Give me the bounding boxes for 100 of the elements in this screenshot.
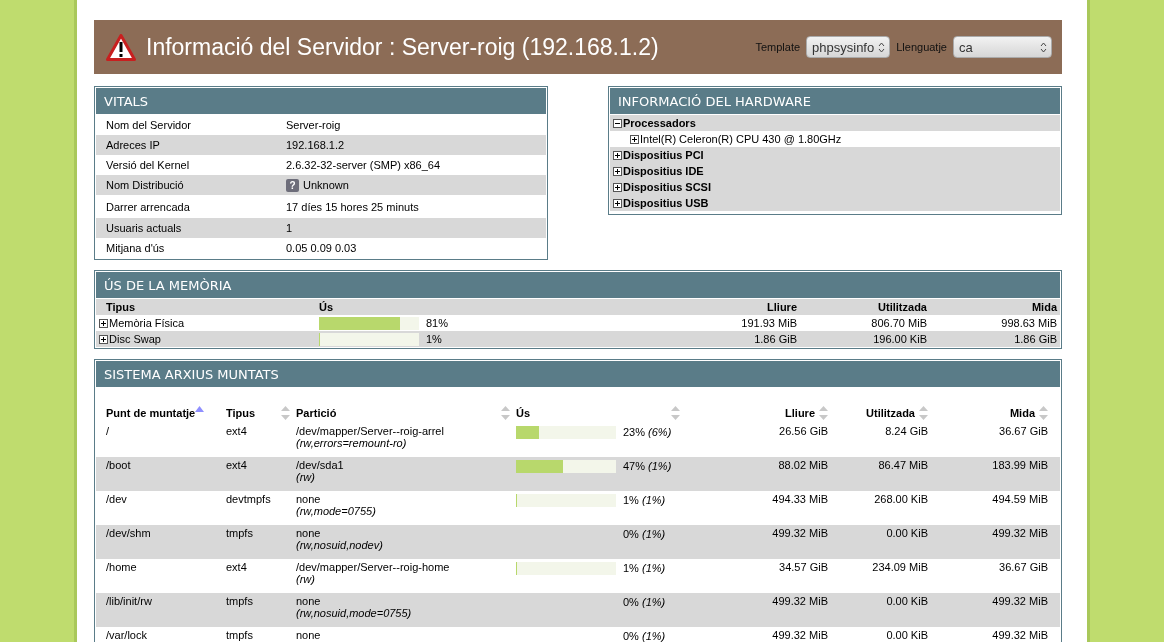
table-cell-text: 0.00 KiB: [885, 527, 929, 539]
vital-value: Server-roig: [286, 119, 341, 131]
table-cell-text: 191.93 MiB: [740, 317, 797, 329]
panel-title: INFORMACIÓ DEL HARDWARE: [610, 88, 1060, 114]
table-cell: Disc Swap: [109, 333, 161, 345]
table-cell-text: 494.33 MiB: [771, 493, 829, 505]
table-cell-text: 499.32 MiB: [771, 629, 829, 641]
table-cell-text: 0% (1%): [622, 595, 666, 609]
table-cell-text: 26.56 GiB: [778, 425, 829, 437]
table-cell-text: 1.86 GiB: [753, 333, 797, 345]
mount-options: (rw,nosuid,mode=0755): [296, 607, 516, 619]
table-cell-text: 8.24 GiB: [884, 425, 929, 437]
expand-icon[interactable]: [613, 150, 622, 160]
table-cell-text: 499.32 MiB: [771, 595, 829, 607]
column-header[interactable]: Tipus: [226, 407, 256, 419]
table-cell-text: 234.09 MiB: [871, 561, 929, 573]
table-cell-text: /dev/sda1: [296, 459, 345, 471]
panel-title: ÚS DE LA MEMÒRIA: [96, 272, 1060, 298]
table-cell-text: ext4: [226, 561, 248, 573]
table-cell-text: tmpfs: [226, 527, 254, 539]
table-cell-text: none: [296, 629, 322, 641]
table-cell-text: none: [296, 595, 322, 607]
column-header[interactable]: Ús: [516, 407, 531, 419]
table-cell-text: 81%: [425, 316, 449, 330]
mount-options: (rw,nosuid,nodev): [296, 539, 516, 551]
table-cell-text: 36.67 GiB: [998, 561, 1049, 573]
expand-icon[interactable]: [99, 334, 108, 344]
column-header[interactable]: Punt de muntatje: [106, 407, 196, 419]
tree-item[interactable]: Dispositius IDE: [623, 165, 704, 177]
panel-title: SISTEMA ARXIUS MUNTATS: [96, 361, 1060, 387]
table-cell-text: /dev/shm: [106, 527, 152, 539]
tree-item[interactable]: Intel(R) Celeron(R) CPU 430 @ 1.80GHz: [640, 133, 842, 145]
tree-item[interactable]: Dispositius PCI: [623, 149, 704, 161]
column-header[interactable]: Lliure: [785, 407, 815, 419]
column-header[interactable]: Utilitzada: [866, 407, 915, 419]
vital-value: 1: [286, 222, 293, 234]
table-cell-text: 268.00 KiB: [873, 493, 929, 505]
table-cell-text: 0.00 KiB: [885, 629, 929, 641]
table-cell-text: tmpfs: [226, 595, 254, 607]
table-cell-text: /home: [106, 561, 138, 573]
table-cell-text: /boot: [106, 459, 132, 471]
table-cell: Memòria Física: [109, 317, 185, 329]
spinner-arrows-icon: [878, 41, 886, 53]
vital-value: 2.6.32-32-server (SMP) x86_64: [286, 159, 441, 171]
table-cell-text: /: [106, 425, 111, 437]
mount-options: (rw,mode=0755): [296, 505, 516, 517]
warning-icon: [106, 33, 136, 61]
column-header[interactable]: Mida: [1009, 407, 1035, 419]
vital-value: 192.168.1.2: [286, 139, 345, 151]
mount-options: (rw,errors=remount-ro): [296, 437, 516, 449]
column-header: Lliure: [766, 301, 797, 313]
column-header: Utilitzada: [877, 301, 927, 313]
column-header[interactable]: Partició: [296, 407, 337, 419]
vital-label: Nom Distribució: [106, 179, 185, 191]
vital-label: Nom del Servidor: [106, 119, 192, 131]
table-cell-text: 1% (1%): [622, 561, 666, 575]
vital-label: Darrer arrencada: [106, 200, 191, 213]
table-cell-text: /lib/init/rw: [106, 595, 153, 607]
vital-value: 17 díes 15 hores 25 minuts: [286, 200, 419, 213]
table-cell-text: 1% (1%): [622, 493, 666, 507]
table-cell-text: 183.99 MiB: [991, 459, 1049, 471]
vital-label: Mitjana d'ús: [106, 242, 166, 254]
expand-icon[interactable]: [613, 182, 622, 192]
table-cell-text: 499.32 MiB: [991, 629, 1049, 641]
table-cell-text: 0% (1%): [622, 527, 666, 541]
language-select[interactable]: ca: [953, 36, 1052, 58]
table-cell-text: /dev/mapper/Server--roig-home: [296, 561, 451, 573]
table-cell-text: ext4: [226, 459, 248, 471]
table-cell-text: 998.63 MiB: [1000, 317, 1057, 329]
table-cell-text: devtmpfs: [226, 493, 272, 505]
expand-icon[interactable]: [99, 318, 108, 328]
mount-options: (rw): [296, 471, 516, 483]
sort-ascending-icon[interactable]: [195, 406, 205, 412]
collapse-icon[interactable]: [613, 118, 622, 128]
table-cell-text: /var/lock: [106, 629, 148, 641]
expand-icon[interactable]: [613, 198, 622, 208]
table-cell-text: 196.00 KiB: [872, 333, 927, 345]
table-cell-text: 499.32 MiB: [771, 527, 829, 539]
spinner-arrows-icon: [1040, 41, 1047, 53]
tree-item[interactable]: Dispositius USB: [623, 197, 709, 209]
vital-label: Usuaris actuals: [106, 222, 183, 234]
table-cell-text: 499.32 MiB: [991, 527, 1049, 539]
vital-label: Versió del Kernel: [106, 159, 191, 171]
table-cell-text: 23% (6%): [622, 425, 672, 439]
table-cell-text: 47% (1%): [622, 459, 672, 473]
expand-icon[interactable]: [613, 166, 622, 176]
tree-item[interactable]: Processadors: [623, 117, 696, 129]
expand-icon[interactable]: [630, 134, 639, 144]
panel-title: VITALS: [96, 88, 546, 114]
tree-item[interactable]: Dispositius SCSI: [623, 181, 712, 193]
table-cell-text: 1.86 GiB: [1013, 333, 1057, 345]
vital-value: 0.05 0.09 0.03: [286, 242, 357, 254]
table-cell-text: 494.59 MiB: [991, 493, 1049, 505]
table-cell-text: 0% (1%): [622, 629, 666, 642]
vital-value: Unknown: [303, 179, 349, 191]
table-cell-text: none: [296, 527, 322, 539]
table-cell-text: ext4: [226, 425, 248, 437]
column-header: Mida: [1030, 301, 1057, 313]
question-icon: ?: [286, 178, 299, 192]
template-select[interactable]: phpsysinfo: [806, 36, 891, 58]
